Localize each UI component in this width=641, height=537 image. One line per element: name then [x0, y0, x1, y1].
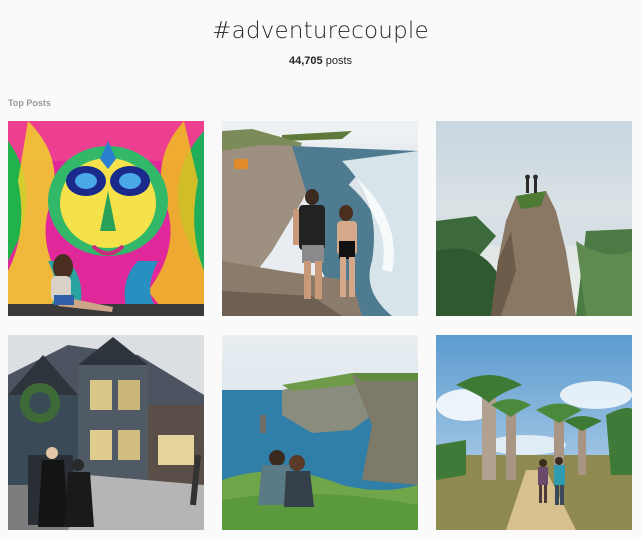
post-thumbnail-5[interactable]: [222, 335, 418, 530]
post-thumbnail-2[interactable]: [222, 121, 418, 316]
sea-cliffs-photo: [222, 335, 418, 530]
baobab-avenue-photo: [436, 335, 632, 530]
post-count-number: 44,705: [288, 55, 323, 67]
post-count: 44,705 posts: [0, 55, 641, 67]
couple-coastline-photo: [222, 121, 418, 316]
wizard-street-photo: [8, 335, 204, 530]
hashtag-title: #adventurecouple: [212, 18, 429, 44]
post-thumbnail-6[interactable]: [436, 335, 632, 530]
post-count-unit: posts: [325, 55, 352, 67]
top-posts-label: Top Posts: [8, 98, 51, 108]
post-thumbnail-4[interactable]: [8, 335, 204, 530]
post-thumbnail-1[interactable]: [8, 121, 204, 316]
post-thumbnail-3[interactable]: [436, 121, 632, 316]
mountain-peak-photo: [436, 121, 632, 316]
graffiti-mural-photo: [8, 121, 204, 316]
